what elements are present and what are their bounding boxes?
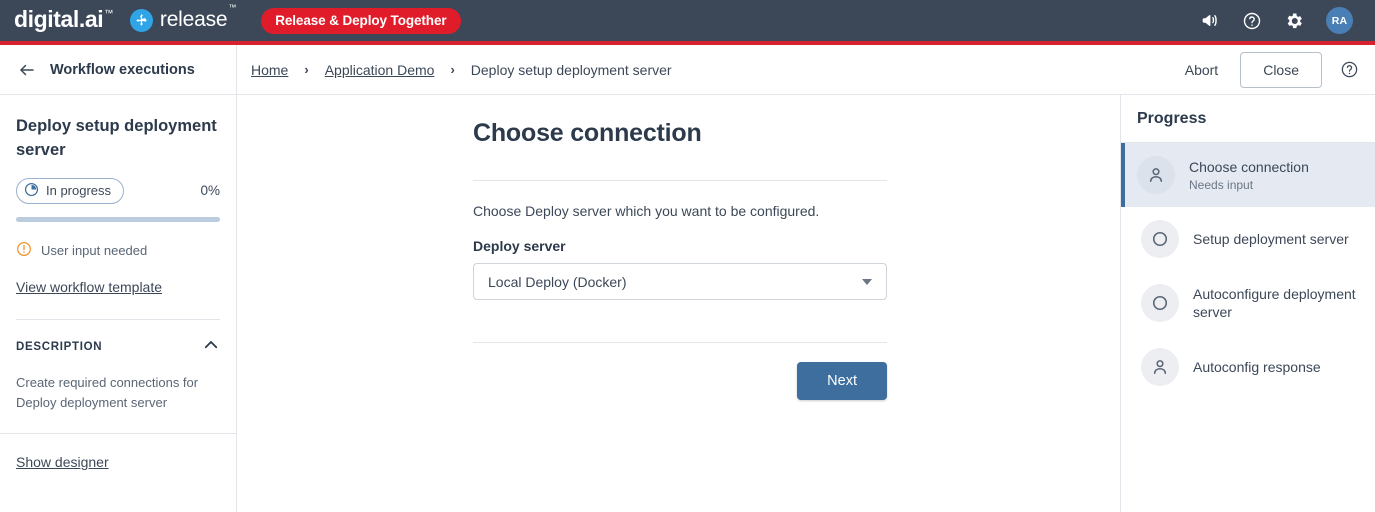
announcement-icon[interactable]: [1201, 11, 1220, 30]
back-arrow-icon[interactable]: [18, 61, 36, 79]
view-workflow-template-link[interactable]: View workflow template: [16, 279, 162, 295]
left-sidebar: Deploy setup deployment server In progre…: [0, 95, 237, 512]
progress-step-title: Autoconfig response: [1193, 358, 1321, 375]
circle-icon: [1141, 284, 1179, 322]
brand-trademark: ™: [104, 8, 113, 18]
release-product-logo[interactable]: release™: [129, 2, 237, 33]
sub-header-actions: Abort Close: [1181, 51, 1375, 88]
show-designer-section: Show designer: [0, 433, 236, 492]
chevron-right-icon: ›: [304, 62, 309, 77]
deploy-server-label: Deploy server: [473, 238, 566, 254]
progress-percent: 0%: [200, 183, 220, 199]
form-actions: Next: [473, 362, 887, 400]
breadcrumb-item-current: Deploy setup deployment server: [470, 61, 672, 78]
description-header[interactable]: DESCRIPTION: [16, 336, 220, 359]
progress-step-setup-deployment-server[interactable]: Setup deployment server: [1121, 207, 1375, 271]
person-icon: [1141, 348, 1179, 386]
status-badge: In progress: [16, 177, 125, 204]
form-lead-text: Choose Deploy server which you want to b…: [473, 203, 820, 219]
progress-step-choose-connection[interactable]: Choose connection Needs input: [1121, 143, 1375, 207]
abort-button[interactable]: Abort: [1181, 56, 1222, 84]
description-section: DESCRIPTION Create required connections …: [0, 320, 236, 433]
clock-icon: [24, 182, 39, 200]
workflow-executions-section: Workflow executions: [0, 45, 237, 94]
status-badge-label: In progress: [46, 183, 112, 199]
deploy-server-selected-value: Local Deploy (Docker): [488, 273, 627, 290]
progress-bar: [16, 216, 220, 222]
breadcrumb-item-application-demo[interactable]: Application Demo: [325, 62, 435, 78]
breadcrumb-item-home[interactable]: Home: [251, 62, 288, 78]
deploy-server-select[interactable]: Local Deploy (Docker): [473, 263, 887, 300]
release-compass-icon: [129, 9, 153, 32]
release-wordmark: release™: [159, 2, 237, 31]
person-icon: [1137, 156, 1175, 194]
digitalai-logo[interactable]: digital.ai ™: [14, 6, 113, 32]
show-designer-link[interactable]: Show designer: [16, 454, 109, 470]
main-content: Choose connection Choose Deploy server w…: [237, 95, 1120, 512]
progress-panel: Progress Choose connection Needs input S…: [1120, 95, 1375, 512]
user-input-needed-label: User input needed: [41, 242, 148, 258]
progress-step-text: Autoconfig response: [1193, 358, 1321, 376]
form-divider: [473, 342, 887, 343]
progress-step-title: Choose connection: [1189, 158, 1309, 175]
user-input-needed-row: User input needed: [16, 241, 220, 260]
sub-header-bar: Workflow executions Home › Application D…: [0, 45, 1375, 95]
description-heading: DESCRIPTION: [16, 341, 103, 354]
description-text: Create required connections for Deploy d…: [16, 374, 199, 410]
sidebar-summary: Deploy setup deployment server In progre…: [0, 95, 236, 320]
chevron-up-icon[interactable]: [202, 336, 220, 359]
choose-connection-form: Choose connection Choose Deploy server w…: [473, 119, 887, 400]
chevron-down-icon[interactable]: [862, 278, 872, 285]
progress-step-status: Needs input: [1189, 178, 1254, 193]
workflow-executions-label[interactable]: Workflow executions: [50, 62, 195, 78]
gear-icon[interactable]: [1284, 11, 1304, 31]
progress-step-text: Autoconfigure deployment server: [1193, 285, 1361, 321]
alert-icon: [16, 241, 32, 260]
progress-step-title: Autoconfigure deployment server: [1193, 285, 1356, 320]
release-deploy-together-pill[interactable]: Release & Deploy Together: [261, 7, 461, 34]
help-icon[interactable]: [1340, 60, 1359, 79]
progress-step-text: Setup deployment server: [1193, 230, 1349, 248]
title-divider: [473, 180, 887, 181]
help-icon[interactable]: [1242, 11, 1262, 31]
progress-step-title: Setup deployment server: [1193, 230, 1349, 247]
circle-icon: [1141, 220, 1179, 258]
progress-step-autoconfig-response[interactable]: Autoconfig response: [1121, 335, 1375, 399]
progress-step-autoconfigure-deployment-server[interactable]: Autoconfigure deployment server: [1121, 271, 1375, 335]
status-row: In progress 0%: [16, 177, 220, 204]
progress-panel-heading: Progress: [1121, 95, 1375, 143]
main-title: Choose connection: [473, 119, 702, 147]
topbar-actions: RA: [1201, 7, 1361, 34]
breadcrumb: Home › Application Demo › Deploy setup d…: [237, 62, 672, 78]
close-button[interactable]: Close: [1240, 51, 1322, 88]
avatar[interactable]: RA: [1326, 7, 1353, 34]
progress-step-text: Choose connection Needs input: [1189, 158, 1309, 192]
top-brand-bar: digital.ai ™ release™ Release & Deploy To…: [0, 0, 1375, 41]
page-title: Deploy setup deployment server: [16, 117, 217, 159]
digitalai-wordmark-text: digital.ai: [14, 6, 104, 32]
body-container: Deploy setup deployment server In progre…: [0, 95, 1375, 512]
next-button[interactable]: Next: [797, 362, 887, 400]
chevron-right-icon: ›: [450, 62, 455, 77]
